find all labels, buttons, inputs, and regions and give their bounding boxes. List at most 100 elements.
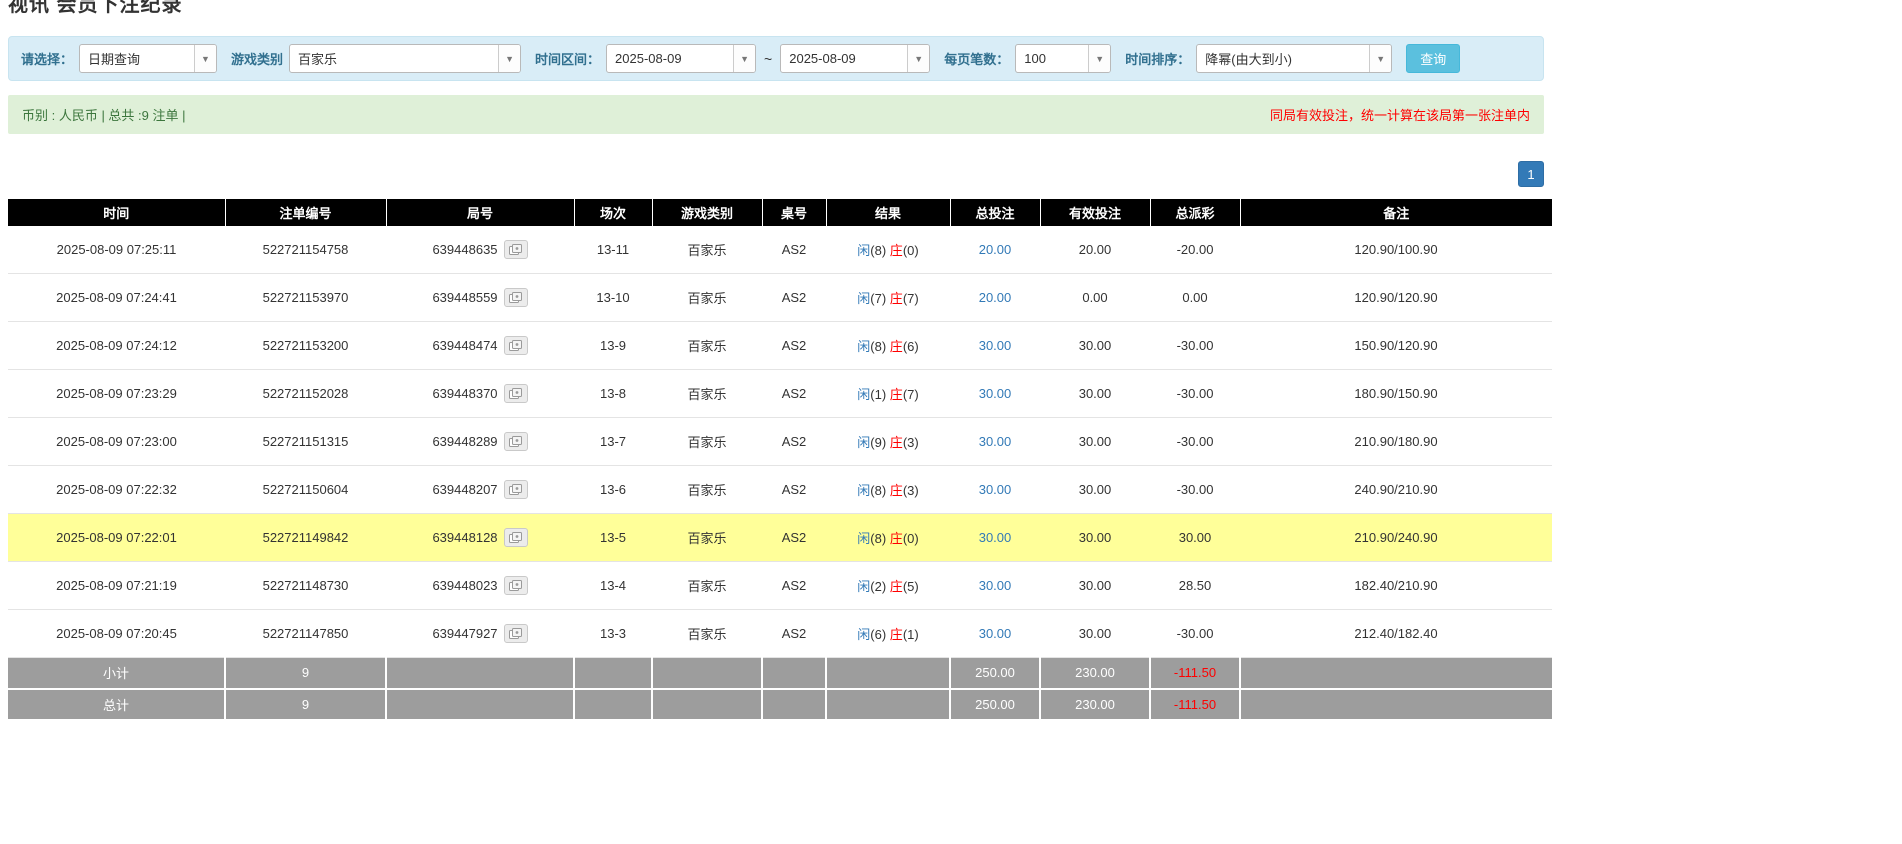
column-header-5: 桌号	[762, 199, 826, 226]
chevron-down-icon[interactable]: ▼	[907, 45, 929, 72]
summary-empty	[652, 658, 762, 689]
valid-bet-cell: 30.00	[1040, 466, 1150, 514]
total-bet-link[interactable]: 30.00	[979, 434, 1012, 449]
banker-result-label: 庄	[890, 579, 903, 594]
game-type-cell: 百家乐	[652, 418, 762, 466]
date-from-select[interactable]: 2025-08-09 ▼	[606, 44, 756, 73]
result-cell: 闲(9) 庄(3)	[826, 418, 950, 466]
round-replay-icon[interactable]	[504, 624, 528, 643]
note-cell: 150.90/120.90	[1240, 322, 1552, 370]
bet-id-cell: 522721153200	[225, 322, 386, 370]
banker-result-score: (5)	[903, 579, 919, 594]
per-page-select[interactable]: 100 ▼	[1015, 44, 1111, 73]
player-result-score: (8)	[870, 339, 890, 354]
game-type-select[interactable]: 百家乐 ▼	[289, 44, 521, 73]
chevron-down-icon[interactable]: ▼	[498, 45, 520, 72]
payout-cell: -20.00	[1150, 226, 1240, 274]
total-bet-link[interactable]: 30.00	[979, 530, 1012, 545]
round-number: 639448559	[432, 290, 497, 305]
note-cell: 210.90/180.90	[1240, 418, 1552, 466]
query-button[interactable]: 查询	[1406, 44, 1460, 73]
table-no-cell: AS2	[762, 322, 826, 370]
total-bet-link[interactable]: 30.00	[979, 338, 1012, 353]
total-bet-link[interactable]: 30.00	[979, 386, 1012, 401]
bet-id-cell: 522721147850	[225, 610, 386, 658]
total-bet-link[interactable]: 30.00	[979, 482, 1012, 497]
query-type-select[interactable]: 日期查询 ▼	[79, 44, 217, 73]
page-title-text: 视讯 会员下注纪录	[8, 0, 1544, 20]
total-bet-cell: 30.00	[950, 370, 1040, 418]
round-replay-icon[interactable]	[504, 240, 528, 259]
valid-bet-cell: 30.00	[1040, 610, 1150, 658]
summary-count: 9	[225, 658, 386, 689]
total-bet-link[interactable]: 20.00	[979, 290, 1012, 305]
round-replay-icon[interactable]	[504, 432, 528, 451]
banker-result-score: (3)	[903, 435, 919, 450]
payout-cell: -30.00	[1150, 466, 1240, 514]
summary-empty	[762, 689, 826, 720]
round-replay-icon[interactable]	[504, 528, 528, 547]
table-row: 2025-08-09 07:24:41522721153970 639448559…	[8, 274, 1552, 322]
table-row: 2025-08-09 07:22:01522721149842639448128…	[8, 514, 1552, 562]
round-replay-icon[interactable]	[504, 576, 528, 595]
chevron-down-icon[interactable]: ▼	[1369, 45, 1391, 72]
total-bet-link[interactable]: 30.00	[979, 578, 1012, 593]
summary-valid-bet: 230.00	[1040, 689, 1150, 720]
round-cell-content: 639448559	[432, 288, 527, 307]
banker-result-score: (0)	[903, 243, 919, 258]
query-type-label: 请选择：	[21, 49, 73, 68]
page-button-1[interactable]: 1	[1518, 161, 1544, 187]
game-type-cell: 百家乐	[652, 466, 762, 514]
time-cell: 2025-08-09 07:24:41	[8, 274, 225, 322]
round-number: 639448207	[432, 482, 497, 497]
total-bet-link[interactable]: 20.00	[979, 242, 1012, 257]
round-replay-icon[interactable]	[504, 480, 528, 499]
note-cell: 120.90/120.90	[1240, 274, 1552, 322]
player-result-score: (2)	[870, 579, 890, 594]
round-replay-icon[interactable]	[504, 288, 528, 307]
banker-result-label: 庄	[890, 339, 903, 354]
round-replay-icon[interactable]	[504, 336, 528, 355]
chevron-down-icon[interactable]: ▼	[733, 45, 755, 72]
round-replay-icon[interactable]	[504, 384, 528, 403]
session-cell: 13-10	[574, 274, 652, 322]
chevron-down-icon[interactable]: ▼	[1088, 45, 1110, 72]
bet-id-cell: 522721151315	[225, 418, 386, 466]
result-cell: 闲(7) 庄(7)	[826, 274, 950, 322]
payout-cell: 0.00	[1150, 274, 1240, 322]
total-bet-cell: 20.00	[950, 226, 1040, 274]
column-header-7: 总投注	[950, 199, 1040, 226]
query-type-value: 日期查询	[80, 49, 148, 68]
round-cell: 639448207	[386, 466, 574, 514]
note-cell: 120.90/100.90	[1240, 226, 1552, 274]
player-result-score: (8)	[870, 531, 890, 546]
player-result-label: 闲	[857, 243, 870, 258]
summary-empty	[1240, 658, 1552, 689]
date-to-value: 2025-08-09	[781, 51, 864, 66]
summary-empty	[574, 658, 652, 689]
column-header-3: 场次	[574, 199, 652, 226]
game-type-cell: 百家乐	[652, 274, 762, 322]
banker-result-label: 庄	[890, 435, 903, 450]
total-bet-link[interactable]: 30.00	[979, 626, 1012, 641]
session-cell: 13-3	[574, 610, 652, 658]
date-to-select[interactable]: 2025-08-09 ▼	[780, 44, 930, 73]
bet-id-cell: 522721153970	[225, 274, 386, 322]
column-header-8: 有效投注	[1040, 199, 1150, 226]
time-cell: 2025-08-09 07:23:29	[8, 370, 225, 418]
sort-order-select[interactable]: 降幂(由大到小) ▼	[1196, 44, 1392, 73]
player-result-score: (6)	[870, 627, 890, 642]
note-cell: 210.90/240.90	[1240, 514, 1552, 562]
total-bet-cell: 30.00	[950, 610, 1040, 658]
result-cell: 闲(8) 庄(0)	[826, 514, 950, 562]
banker-result-score: (7)	[903, 387, 919, 402]
player-result-label: 闲	[857, 579, 870, 594]
column-header-1: 注单编号	[225, 199, 386, 226]
player-result-label: 闲	[857, 339, 870, 354]
filter-bar: 请选择： 日期查询 ▼ 游戏类别 百家乐 ▼ 时间区间： 2025-08-09 …	[8, 36, 1544, 81]
time-cell: 2025-08-09 07:25:11	[8, 226, 225, 274]
chevron-down-icon[interactable]: ▼	[194, 45, 216, 72]
column-header-0: 时间	[8, 199, 225, 226]
banker-result-score: (3)	[903, 483, 919, 498]
round-number: 639448635	[432, 242, 497, 257]
